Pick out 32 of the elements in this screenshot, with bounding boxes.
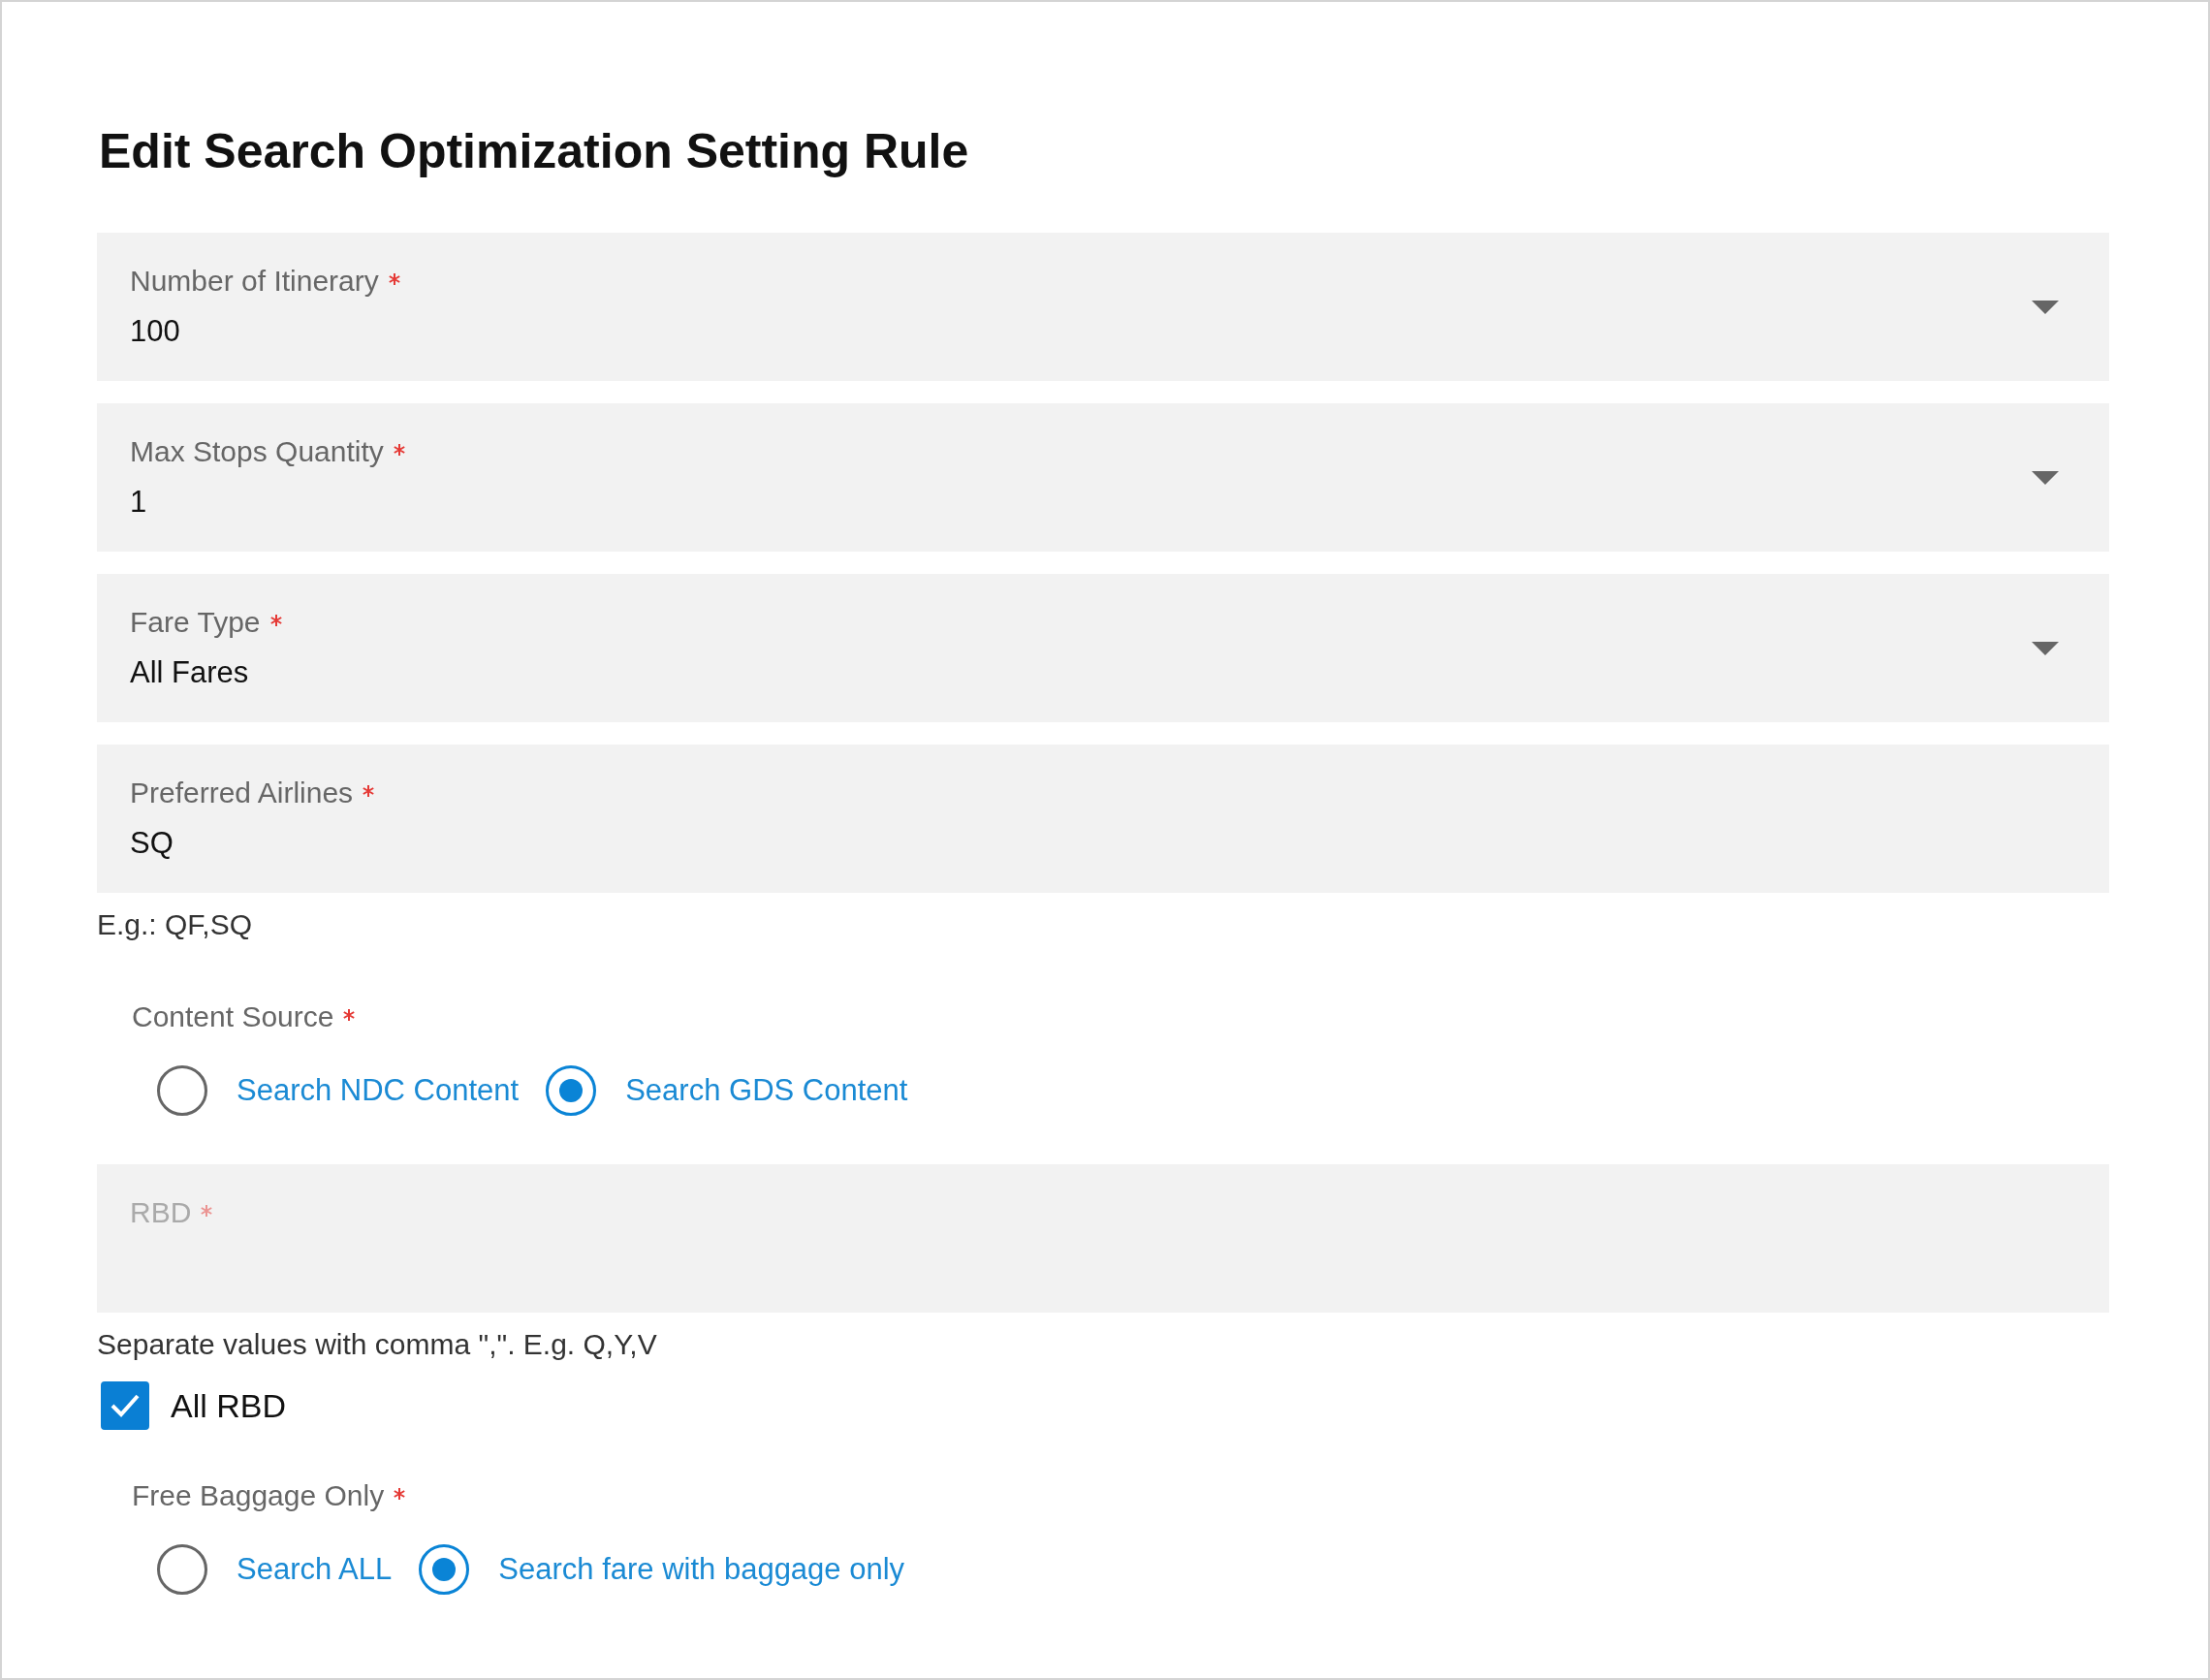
caret-icon <box>2032 471 2059 485</box>
checkbox-option[interactable]: All RBD <box>101 1381 287 1430</box>
field-value: 100 <box>130 314 181 349</box>
dropdown-field[interactable]: Max Stops Quantity 1 <box>97 403 2109 552</box>
field-value: 1 <box>130 485 148 520</box>
field-value: All Fares <box>130 655 250 690</box>
group-label: Free Baggage Only <box>132 1478 385 1513</box>
dropdown-field[interactable]: Fare Type All Fares <box>97 574 2109 722</box>
radio-option[interactable]: Search NDC Content <box>157 1065 520 1116</box>
field-label: Number of Itinerary <box>130 264 379 299</box>
radio-button[interactable] <box>157 1065 207 1116</box>
radio-button[interactable] <box>157 1544 207 1595</box>
group-label: Content Source <box>132 999 334 1034</box>
caret-icon <box>2032 642 2059 655</box>
radio-button[interactable] <box>419 1544 470 1595</box>
field-label: Max Stops Quantity <box>130 434 384 469</box>
radio-button[interactable] <box>546 1065 597 1116</box>
page-title: Edit Search Optimization Setting Rule <box>99 127 970 175</box>
field-label: Preferred Airlines <box>130 776 354 810</box>
hint-text: E.g.: QF,SQ <box>97 907 254 942</box>
checkmark-icon <box>110 1393 141 1418</box>
field-label: Fare Type <box>130 605 261 640</box>
radio-option[interactable]: Search GDS Content <box>546 1065 908 1116</box>
dropdown-field[interactable]: Number of Itinerary 100 <box>97 233 2109 381</box>
input-field[interactable]: Preferred Airlines SQ <box>97 745 2109 893</box>
caret-icon <box>2032 301 2059 314</box>
checkbox[interactable] <box>101 1381 149 1430</box>
radio-option[interactable]: Search fare with baggage only <box>419 1544 905 1595</box>
hint-text: Separate values with comma ",". E.g. Q,Y,V <box>97 1327 658 1362</box>
field-label: RBD <box>130 1195 192 1230</box>
radio-option[interactable]: Search ALL <box>157 1544 393 1595</box>
field-value: SQ <box>130 826 174 861</box>
